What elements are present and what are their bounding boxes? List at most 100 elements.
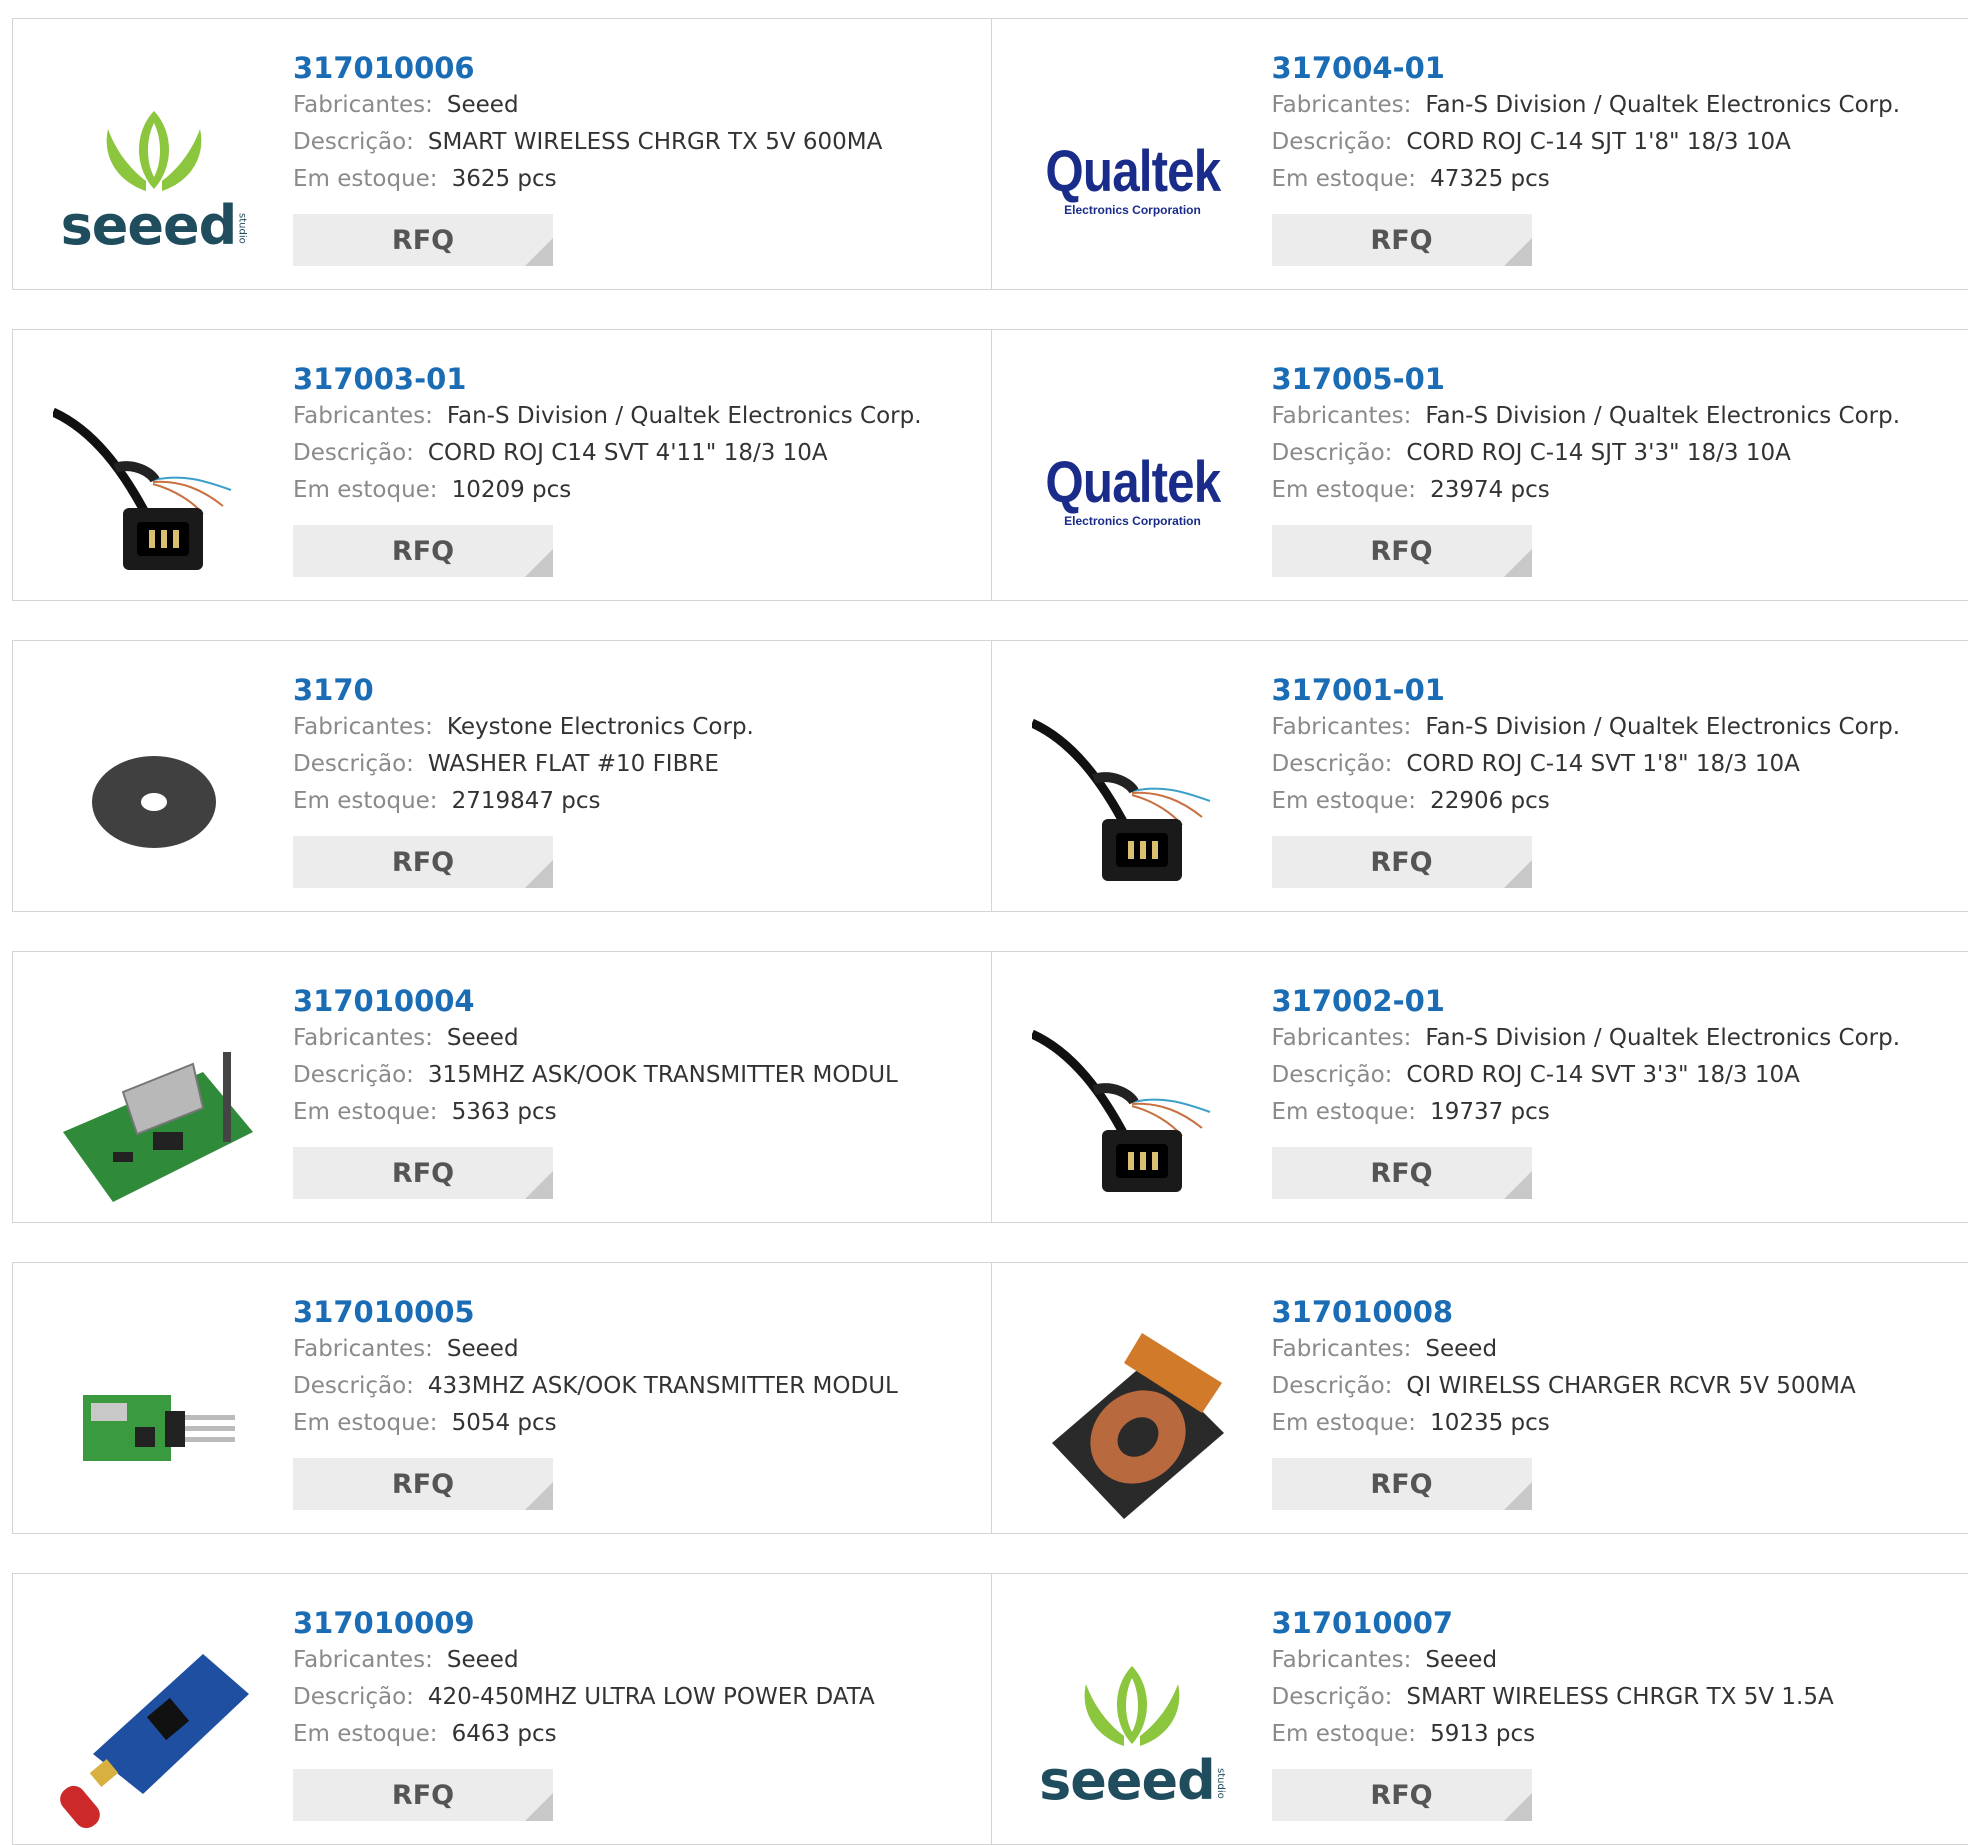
stock-line: Em estoque:19737 pcs — [1272, 1094, 1901, 1131]
product-image[interactable] — [1032, 1323, 1234, 1525]
manufacturer-line: Fabricantes: Fan-S Division / Qualtek Ele… — [1272, 87, 1901, 124]
rfq-button[interactable]: RFQ — [293, 214, 553, 266]
product-card: 317010009 Fabricantes: Seeed Descrição:42… — [13, 1574, 991, 1844]
product-card: Qualtek Electronics Corporation 317004-0… — [991, 19, 1968, 289]
product-image[interactable]: seeedstudio — [1032, 1634, 1234, 1836]
manufacturer-label: Fabricantes: — [1272, 403, 1412, 429]
stock-value: 2719847 pcs — [452, 788, 601, 814]
stock-line: Em estoque:2719847 pcs — [293, 783, 754, 820]
manufacturer-value: Seeed — [1425, 1647, 1497, 1673]
description-line: Descrição:SMART WIRELESS CHRGR TX 5V 1.5… — [1272, 1679, 1834, 1716]
description-label: Descrição: — [293, 1062, 414, 1088]
rfq-button[interactable]: RFQ — [1272, 1769, 1532, 1821]
stock-value: 22906 pcs — [1430, 788, 1550, 814]
product-image[interactable]: Qualtek Electronics Corporation — [1032, 79, 1234, 281]
part-number-link[interactable]: 317003-01 — [293, 360, 922, 398]
manufacturer-value: Seeed — [447, 1647, 519, 1673]
manufacturer-label: Fabricantes: — [1272, 1025, 1412, 1051]
product-image[interactable] — [53, 1323, 255, 1525]
description-line: Descrição:CORD ROJ C-14 SJT 3'3" 18/3 10… — [1272, 435, 1901, 472]
description-line: Descrição:WASHER FLAT #10 FIBRE — [293, 746, 754, 783]
stock-value: 5363 pcs — [452, 1099, 557, 1125]
seeed-wordmark: seeed — [61, 194, 237, 257]
manufacturer-label: Fabricantes: — [1272, 92, 1412, 118]
description-line: Descrição:CORD ROJ C-14 SVT 3'3" 18/3 10… — [1272, 1057, 1901, 1094]
stock-value: 5054 pcs — [452, 1410, 557, 1436]
qualtek-wordmark: Qualtek — [1045, 454, 1220, 512]
description-label: Descrição: — [1272, 1684, 1393, 1710]
rfq-button[interactable]: RFQ — [1272, 214, 1532, 266]
product-info: 317001-01 Fabricantes:Fan-S Division / Q… — [1272, 671, 1901, 888]
part-number-link[interactable]: 317010009 — [293, 1604, 875, 1642]
manufacturer-value: Keystone Electronics Corp. — [447, 714, 754, 740]
rfq-button[interactable]: RFQ — [293, 1769, 553, 1821]
description-line: Descrição:QI WIRELSS CHARGER RCVR 5V 500… — [1272, 1368, 1856, 1405]
product-card: 317010005 Fabricantes:Seeed Descrição:43… — [13, 1263, 991, 1533]
rfq-button[interactable]: RFQ — [1272, 1458, 1532, 1510]
stock-label: Em estoque: — [1272, 788, 1417, 814]
description-value: SMART WIRELESS CHRGR TX 5V 600MA — [428, 129, 882, 155]
manufacturer-label: Fabricantes: — [293, 403, 433, 429]
product-card: Qualtek Electronics Corporation 317005-0… — [991, 330, 1968, 600]
manufacturer-line: Fabricantes: Seeed — [293, 1642, 875, 1679]
stock-label: Em estoque: — [1272, 1721, 1417, 1747]
stock-line: Em estoque:5054 pcs — [293, 1405, 898, 1442]
product-image[interactable]: Qualtek Electronics Corporation — [1032, 390, 1234, 592]
part-number-link[interactable]: 317005-01 — [1272, 360, 1901, 398]
part-number-link[interactable]: 317010008 — [1272, 1293, 1856, 1331]
stock-line: Em estoque:6463 pcs — [293, 1716, 875, 1753]
rfq-corner-decoration — [525, 1793, 553, 1821]
product-image[interactable] — [1032, 1012, 1234, 1214]
product-info: 317010006 Fabricantes:Seeed Descrição:SM… — [293, 49, 882, 266]
description-line: Descrição:SMART WIRELESS CHRGR TX 5V 600… — [293, 124, 882, 161]
rfq-label: RFQ — [1370, 1158, 1432, 1189]
product-image[interactable] — [53, 390, 255, 592]
rf-board-antenna-icon — [53, 1634, 255, 1836]
part-number-link[interactable]: 317010004 — [293, 982, 898, 1020]
manufacturer-value: Seeed — [447, 1025, 519, 1051]
description-label: Descrição: — [1272, 129, 1393, 155]
product-image[interactable] — [1032, 701, 1234, 903]
part-number-link[interactable]: 317004-01 — [1272, 49, 1901, 87]
seeed-logo: seeedstudio — [61, 107, 248, 253]
description-line: Descrição:CORD ROJ C14 SVT 4'11" 18/3 10… — [293, 435, 922, 472]
product-image[interactable]: seeedstudio — [53, 79, 255, 281]
part-number-link[interactable]: 317010007 — [1272, 1604, 1834, 1642]
manufacturer-value: Seeed — [447, 92, 519, 118]
product-info: 3170 Fabricantes: Keystone Electronics Co… — [293, 671, 754, 888]
rfq-button[interactable]: RFQ — [293, 525, 553, 577]
description-value: 315MHZ ASK/OOK TRANSMITTER MODUL — [428, 1062, 898, 1088]
rfq-corner-decoration — [1504, 1171, 1532, 1199]
manufacturer-value: Fan-S Division / Qualtek Electronics Cor… — [1425, 92, 1900, 118]
product-image[interactable] — [53, 1634, 255, 1836]
product-image[interactable] — [53, 1012, 255, 1214]
part-number-link[interactable]: 3170 — [293, 671, 754, 709]
product-image[interactable] — [53, 701, 255, 903]
rfq-label: RFQ — [392, 1780, 454, 1811]
part-number-link[interactable]: 317001-01 — [1272, 671, 1901, 709]
manufacturer-label: Fabricantes: — [293, 1647, 433, 1673]
part-number-link[interactable]: 317010005 — [293, 1293, 898, 1331]
rfq-button[interactable]: RFQ — [293, 1458, 553, 1510]
rfq-corner-decoration — [1504, 1793, 1532, 1821]
stock-label: Em estoque: — [293, 477, 438, 503]
rfq-button[interactable]: RFQ — [1272, 836, 1532, 888]
stock-value: 10235 pcs — [1430, 1410, 1550, 1436]
rfq-button[interactable]: RFQ — [293, 1147, 553, 1199]
rfq-button[interactable]: RFQ — [1272, 525, 1532, 577]
stock-label: Em estoque: — [293, 1099, 438, 1125]
description-line: Descrição:CORD ROJ C-14 SVT 1'8" 18/3 10… — [1272, 746, 1901, 783]
rfq-button[interactable]: RFQ — [1272, 1147, 1532, 1199]
manufacturer-value: Fan-S Division / Qualtek Electronics Cor… — [1425, 403, 1900, 429]
description-line: Descrição:420-450MHZ ULTRA LOW POWER DAT… — [293, 1679, 875, 1716]
manufacturer-label: Fabricantes: — [293, 714, 433, 740]
rfq-button[interactable]: RFQ — [293, 836, 553, 888]
part-number-link[interactable]: 317010006 — [293, 49, 882, 87]
rfq-label: RFQ — [392, 536, 454, 567]
rfq-label: RFQ — [392, 1158, 454, 1189]
product-row: 317010005 Fabricantes:Seeed Descrição:43… — [12, 1262, 1968, 1534]
rfq-label: RFQ — [392, 847, 454, 878]
product-row: 317003-01 Fabricantes: Fan-S Division / Q… — [12, 329, 1968, 601]
stock-label: Em estoque: — [1272, 1410, 1417, 1436]
part-number-link[interactable]: 317002-01 — [1272, 982, 1901, 1020]
